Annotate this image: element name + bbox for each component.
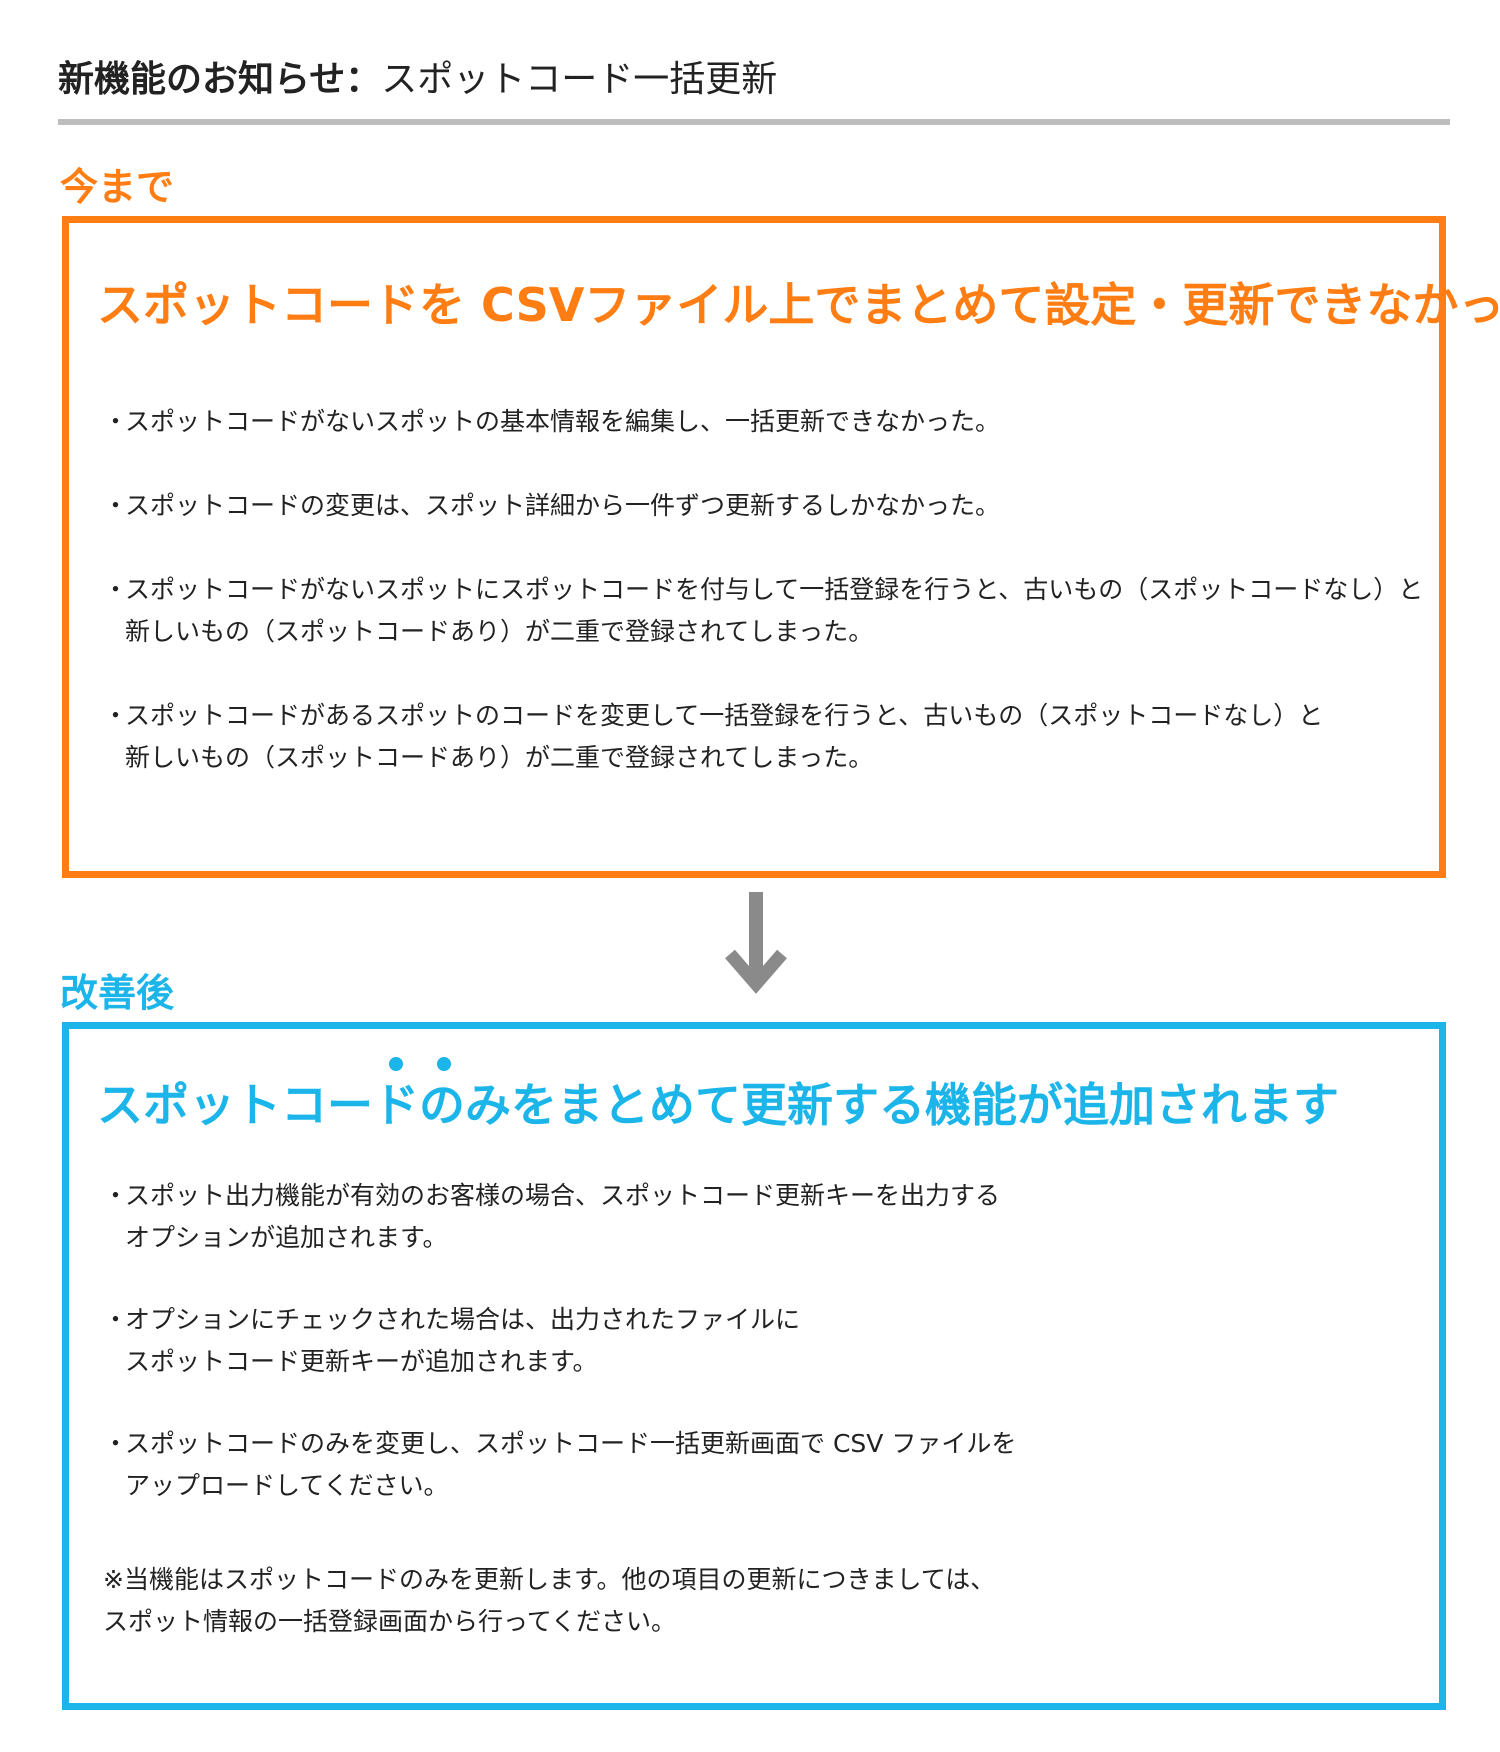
- list-item: ・スポットコードのみを変更し、スポットコード一括更新画面で CSV ファイルをア…: [103, 1423, 1016, 1507]
- page-title-prefix: 新機能のお知らせ：: [58, 59, 382, 100]
- list-item-line: スポットコードの変更は、スポット詳細から一件ずつ更新するしかなかった。: [125, 491, 1001, 520]
- after-heading: スポットコードのみをまとめて更新する機能が追加されます: [97, 1078, 1339, 1132]
- before-heading: スポットコードを CSVファイル上でまとめて設定・更新できなかった: [97, 278, 1500, 332]
- list-item-line: スポットコード更新キーが追加されます。: [125, 1347, 598, 1376]
- header-divider: [58, 119, 1450, 125]
- list-item: ・スポットコードがあるスポットのコードを変更して一括登録を行うと、古いもの（スポ…: [103, 695, 1423, 779]
- list-item-line: 新しいもの（スポットコードあり）が二重で登録されてしまった。: [125, 617, 874, 646]
- page-title: 新機能のお知らせ：スポットコード一括更新: [58, 56, 1450, 104]
- list-item: ・スポットコードがないスポットの基本情報を編集し、一括更新できなかった。: [103, 401, 1423, 443]
- list-item-line: アップロードしてください。: [125, 1471, 449, 1500]
- before-panel: スポットコードを CSVファイル上でまとめて設定・更新できなかった ・スポットコ…: [62, 216, 1500, 878]
- bullet-marker: ・: [103, 491, 129, 520]
- list-item-line: スポットコードのみを変更し、スポットコード一括更新画面で CSV ファイルを: [125, 1429, 1017, 1458]
- list-item: ・スポットコードの変更は、スポット詳細から一件ずつ更新するしかなかった。: [103, 485, 1423, 527]
- after-note: ※当機能はスポットコードのみを更新します。他の項目の更新につきましては、 スポット…: [103, 1559, 995, 1643]
- bullet-marker: ・: [103, 1181, 129, 1210]
- arrow-down-icon: [725, 892, 787, 994]
- after-panel: スポットコードのみをまとめて更新する機能が追加されます ・スポット出力機能が有効…: [62, 1022, 1446, 1710]
- after-list: ・スポット出力機能が有効のお客様の場合、スポットコード更新キーを出力する オプショ…: [103, 1175, 1016, 1547]
- list-item: ・スポット出力機能が有効のお客様の場合、スポットコード更新キーを出力する オプショ…: [103, 1175, 1016, 1259]
- list-item-line: 新しいもの（スポットコードあり）が二重で登録されてしまった。: [125, 743, 874, 772]
- list-item-line: スポットコードがないスポットの基本情報を編集し、一括更新できなかった。: [125, 407, 1001, 436]
- bullet-marker: ・: [103, 701, 129, 730]
- list-item-line: スポットコードがあるスポットのコードを変更して一括登録を行うと、古いもの（スポッ…: [125, 701, 1324, 730]
- bullet-marker: ・: [103, 575, 129, 604]
- list-item-line: スポットコードがないスポットにスポットコードを付与して一括登録を行うと、古いもの…: [125, 575, 1424, 604]
- list-item-line: オプションにチェックされた場合は、出力されたファイルに: [125, 1305, 801, 1334]
- after-section-label: 改善後: [60, 971, 175, 1015]
- bullet-marker: ・: [103, 1429, 129, 1458]
- list-item: ・スポットコードがないスポットにスポットコードを付与して一括登録を行うと、古いも…: [103, 569, 1423, 653]
- page-header: 新機能のお知らせ：スポットコード一括更新: [58, 56, 1450, 126]
- bullet-marker: ・: [103, 1305, 129, 1334]
- list-item-line: スポット出力機能が有効のお客様の場合、スポットコード更新キーを出力する: [125, 1181, 1001, 1210]
- bullet-marker: ・: [103, 407, 129, 436]
- note-line: ※当機能はスポットコードのみを更新します。他の項目の更新につきましては、: [103, 1565, 996, 1594]
- before-list: ・スポットコードがないスポットの基本情報を編集し、一括更新できなかった。・スポッ…: [103, 401, 1423, 821]
- list-item-line: オプションが追加されます。: [125, 1223, 448, 1252]
- list-item: ・オプションにチェックされた場合は、出力されたファイルに スポットコード更新キーが…: [103, 1299, 1016, 1383]
- note-line: スポット情報の一括登録画面から行ってください。: [103, 1607, 677, 1636]
- emphasis-dot: [389, 1057, 403, 1071]
- page-title-subject: スポットコード一括更新: [381, 59, 778, 100]
- before-section-label: 今まで: [60, 165, 175, 209]
- emphasis-dots-icon: [389, 1057, 451, 1073]
- emphasis-dot: [437, 1057, 451, 1071]
